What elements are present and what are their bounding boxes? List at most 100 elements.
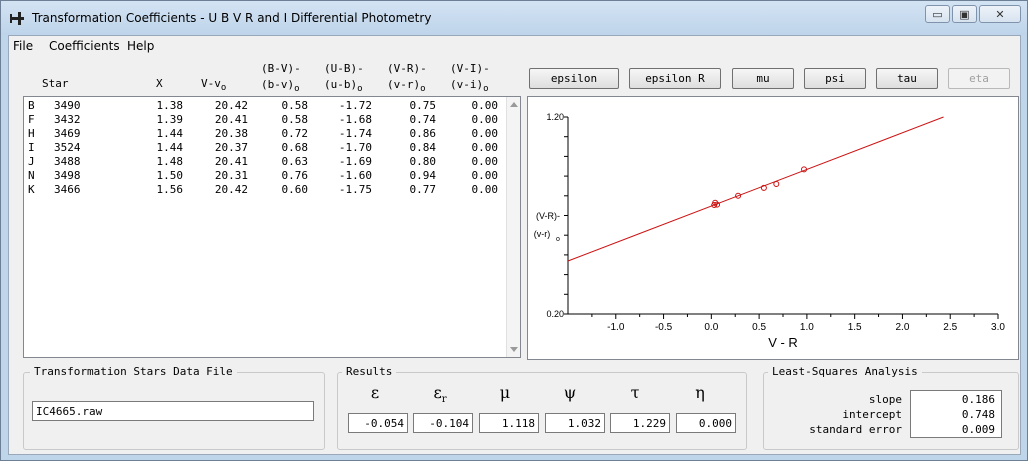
vr-scatter-chart: -1.0 -0.5 0.0 0.5 1.0 1.5 2.0 2.5 3.0 1.20 0.20 V -… bbox=[534, 112, 1006, 350]
epsilon-r-value[interactable]: -0.104 bbox=[413, 413, 473, 433]
menu-bar: File Coefficients Help bbox=[9, 36, 1020, 56]
cell-star-number: 3498 bbox=[54, 169, 81, 182]
epsilon-symbol: ε bbox=[370, 383, 380, 402]
header-x: X bbox=[156, 77, 163, 90]
eta-value[interactable]: 0.000 bbox=[676, 413, 736, 433]
cell-vi: 0.00 bbox=[471, 113, 499, 126]
cell-vi: 0.00 bbox=[471, 155, 499, 168]
cell-ub: -1.70 bbox=[338, 141, 372, 154]
cell-v-v: 20.37 bbox=[214, 141, 248, 154]
psi-button[interactable]: psi bbox=[804, 68, 866, 89]
list-scrollbar[interactable] bbox=[506, 97, 520, 357]
data-file-label: Transformation Stars Data File bbox=[30, 365, 237, 378]
x-tick-label: 0.5 bbox=[752, 322, 766, 333]
psi-symbol: ψ bbox=[563, 383, 577, 402]
cell-ub: -1.75 bbox=[338, 183, 372, 196]
cell-star-id: N bbox=[28, 169, 35, 182]
cell-v-v: 20.41 bbox=[214, 113, 248, 126]
cell-star-number: 3466 bbox=[54, 183, 81, 196]
scroll-up-icon[interactable] bbox=[510, 102, 518, 107]
cell-v-v: 20.38 bbox=[214, 127, 248, 140]
tau-value[interactable]: 1.229 bbox=[610, 413, 670, 433]
cell-airmass: 1.38 bbox=[156, 99, 184, 112]
slope-label: slope bbox=[868, 393, 902, 406]
x-tick-label: -1.0 bbox=[607, 322, 625, 333]
chart-panel: -1.0 -0.5 0.0 0.5 1.0 1.5 2.0 2.5 3.0 1.20 0.20 V -… bbox=[527, 96, 1019, 360]
x-tick-label: 1.5 bbox=[848, 322, 862, 333]
maximize-icon: ▣ bbox=[959, 7, 970, 21]
cell-vr: 0.94 bbox=[409, 169, 437, 182]
cell-bv: 0.60 bbox=[281, 183, 309, 196]
header-v-v: V-vo bbox=[201, 77, 227, 94]
header-bv-bot: (b-v)o bbox=[261, 78, 300, 95]
maximize-button[interactable]: ▣ bbox=[952, 5, 977, 23]
menu-file[interactable]: File bbox=[13, 39, 33, 53]
mu-value[interactable]: 1.118 bbox=[479, 413, 539, 433]
cell-airmass: 1.44 bbox=[156, 127, 184, 140]
window-title: Transformation Coefficients - U B V R an… bbox=[32, 11, 432, 25]
least-squares-values: 0.186 0.748 0.009 bbox=[910, 390, 1002, 438]
fit-line bbox=[567, 116, 944, 262]
header-ub-bot: (u-b)o bbox=[324, 78, 363, 95]
results-group: Results ε εr μ ψ τ η -0.054 -0.104 1.118… bbox=[337, 365, 747, 450]
cell-vi: 0.00 bbox=[471, 141, 499, 154]
minimize-button[interactable]: ▭ bbox=[925, 5, 950, 23]
cell-airmass: 1.50 bbox=[156, 169, 184, 182]
cell-star-id: I bbox=[28, 141, 35, 154]
cell-bv: 0.63 bbox=[281, 155, 309, 168]
y-tick-label-bottom: 0.20 bbox=[546, 309, 564, 319]
data-file-input[interactable]: IC4665.raw bbox=[32, 401, 314, 421]
x-tick-label: 2.0 bbox=[895, 322, 909, 333]
scroll-down-icon[interactable] bbox=[510, 347, 518, 352]
standard-error-value: 0.009 bbox=[961, 423, 995, 436]
cell-airmass: 1.44 bbox=[156, 141, 184, 154]
close-button[interactable]: ✕ bbox=[979, 5, 1021, 23]
cell-star-id: F bbox=[28, 113, 35, 126]
x-tick-label: -0.5 bbox=[655, 322, 673, 333]
eta-button: eta bbox=[948, 68, 1010, 89]
mu-symbol: μ bbox=[499, 383, 511, 402]
tau-button[interactable]: tau bbox=[876, 68, 938, 89]
header-vr-top: (V-R)- bbox=[387, 62, 427, 75]
minimize-icon: ▭ bbox=[932, 7, 943, 21]
cell-vr: 0.80 bbox=[409, 155, 437, 168]
cell-ub: -1.69 bbox=[338, 155, 372, 168]
slope-value: 0.186 bbox=[961, 393, 995, 406]
cell-star-id: J bbox=[28, 155, 35, 168]
intercept-label: intercept bbox=[842, 408, 902, 421]
psi-value[interactable]: 1.032 bbox=[545, 413, 605, 433]
cell-airmass: 1.39 bbox=[156, 113, 184, 126]
epsilon-value[interactable]: -0.054 bbox=[348, 413, 408, 433]
cell-airmass: 1.56 bbox=[156, 183, 184, 196]
epsilon-button[interactable]: epsilon bbox=[529, 68, 619, 89]
x-tick-label: 3.0 bbox=[991, 322, 1005, 333]
cell-star-number: 3488 bbox=[54, 155, 81, 168]
x-tick-label: 1.0 bbox=[800, 322, 814, 333]
cell-vr: 0.86 bbox=[409, 127, 437, 140]
app-icon bbox=[10, 12, 24, 25]
cell-bv: 0.76 bbox=[281, 169, 309, 182]
cell-vr: 0.74 bbox=[409, 113, 437, 126]
cell-vi: 0.00 bbox=[471, 99, 499, 112]
cell-vr: 0.84 bbox=[409, 141, 437, 154]
cell-bv: 0.58 bbox=[281, 99, 309, 112]
tau-symbol: τ bbox=[630, 383, 640, 402]
title-bar[interactable]: Transformation Coefficients - U B V R an… bbox=[1, 1, 1027, 35]
menu-help[interactable]: Help bbox=[127, 39, 154, 53]
cell-v-v: 20.42 bbox=[214, 99, 248, 112]
cell-vr: 0.75 bbox=[409, 99, 437, 112]
y-axis-label-bottom: (v-r) bbox=[534, 229, 551, 239]
cell-bv: 0.72 bbox=[281, 127, 309, 140]
menu-coefficients[interactable]: Coefficients bbox=[49, 39, 120, 53]
epsilon-r-button[interactable]: epsilon R bbox=[629, 68, 721, 89]
header-vr-bot: (v-r)o bbox=[387, 78, 426, 95]
cell-vi: 0.00 bbox=[471, 127, 499, 140]
mu-button[interactable]: mu bbox=[732, 68, 794, 89]
star-list[interactable]: B 3490 1.38 20.42 0.58 -1.72 0.75 0.00 F 3432 1.39… bbox=[23, 96, 521, 358]
cell-star-id: K bbox=[28, 183, 35, 196]
results-label: Results bbox=[342, 365, 397, 378]
cell-star-number: 3524 bbox=[54, 141, 81, 154]
cell-v-v: 20.41 bbox=[214, 155, 248, 168]
header-vi-bot: (v-i)o bbox=[450, 78, 489, 95]
cell-airmass: 1.48 bbox=[156, 155, 184, 168]
